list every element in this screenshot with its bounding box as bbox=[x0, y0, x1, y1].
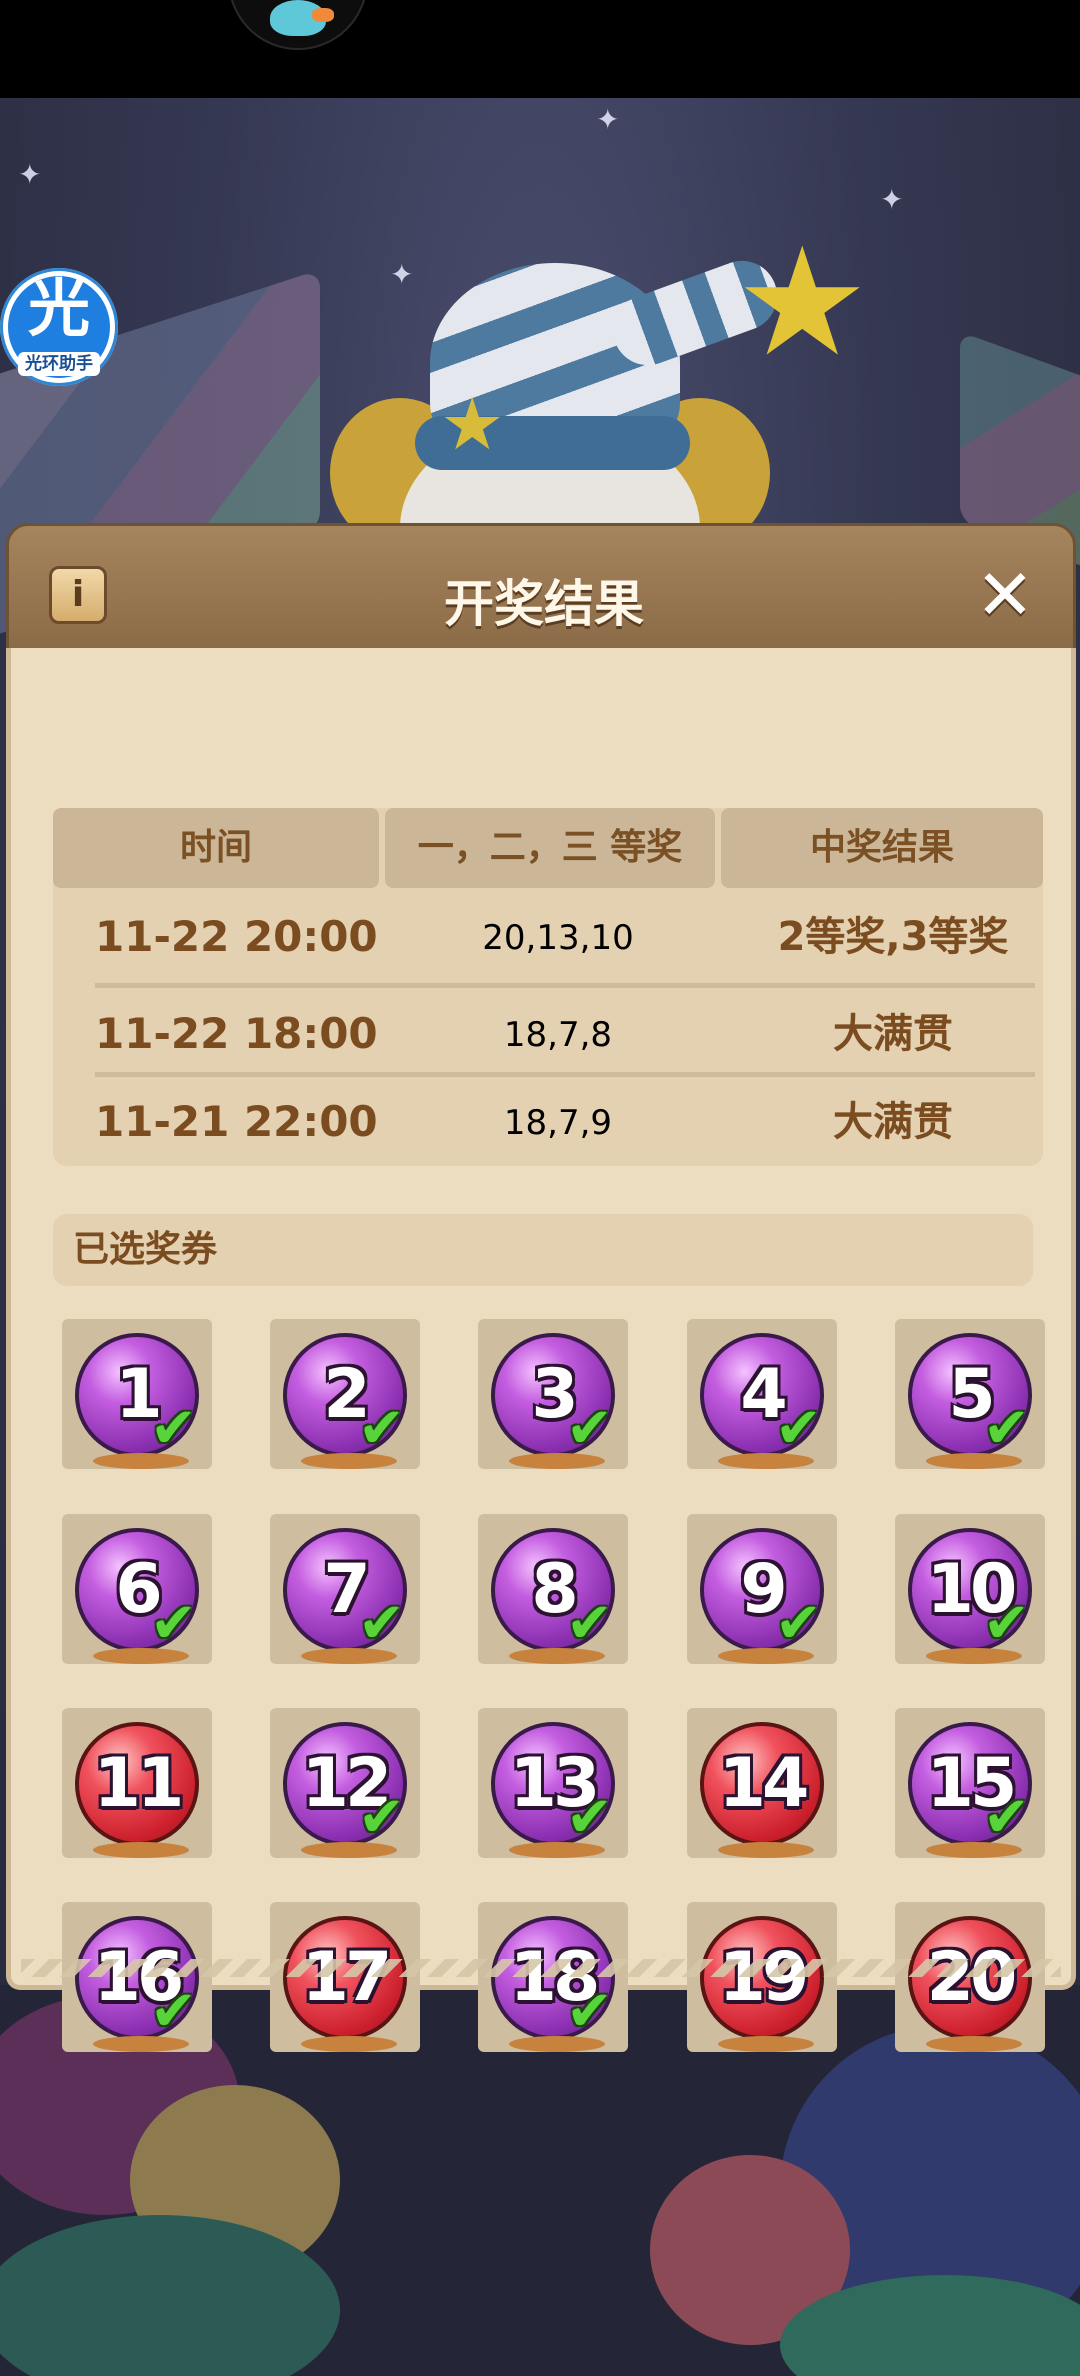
row-divider bbox=[95, 983, 1035, 988]
sparkle-icon: ✦ bbox=[390, 258, 414, 291]
ticket-number: 20 bbox=[926, 1938, 1018, 2017]
row-divider bbox=[95, 1072, 1035, 1077]
row-result: 大满贯 bbox=[833, 1099, 953, 1145]
selected-tickets-label: 已选奖券 bbox=[73, 1229, 218, 1270]
checkmark-icon: ✔ bbox=[775, 1591, 822, 1656]
ticket-tile[interactable]: 16 ✔ bbox=[62, 1902, 212, 2052]
ticket-number: 19 bbox=[718, 1938, 810, 2017]
ticket-tile[interactable]: 1 ✔ bbox=[62, 1319, 212, 1469]
checkmark-icon: ✔ bbox=[566, 1785, 613, 1850]
ticket-tile[interactable]: 4 ✔ bbox=[687, 1319, 837, 1469]
checkmark-icon: ✔ bbox=[358, 1785, 405, 1850]
zigzag-border bbox=[21, 1959, 1061, 1977]
ticket-tile[interactable]: 11 bbox=[62, 1708, 212, 1858]
ticket-ball: 20 bbox=[908, 1916, 1032, 2052]
ticket-tile[interactable]: 20 bbox=[895, 1902, 1045, 2052]
beak-icon bbox=[312, 8, 334, 22]
checkmark-icon: ✔ bbox=[566, 1979, 613, 2044]
table-row: 11-22 20:00 20,13,10 2等奖,3等奖 bbox=[53, 893, 1043, 981]
close-icon[interactable]: ✕ bbox=[969, 560, 1041, 634]
results-table: 时间 一，二，三 等奖 中奖结果 11-22 20:00 20,13,10 2等… bbox=[53, 808, 1043, 1166]
ticket-tile[interactable]: 5 ✔ bbox=[895, 1319, 1045, 1469]
ticket-tile[interactable]: 10 ✔ bbox=[895, 1514, 1045, 1664]
ball-shadow bbox=[93, 1842, 189, 1858]
ticket-ball: 14 bbox=[700, 1722, 824, 1858]
row-numbers: 18,7,9 bbox=[503, 1103, 613, 1143]
row-result: 大满贯 bbox=[833, 1011, 953, 1057]
ticket-tile[interactable]: 8 ✔ bbox=[478, 1514, 628, 1664]
row-numbers: 20,13,10 bbox=[482, 918, 634, 958]
sparkle-icon: ✦ bbox=[596, 103, 620, 136]
row-time: 11-22 20:00 bbox=[95, 912, 378, 961]
ticket-tile[interactable]: 6 ✔ bbox=[62, 1514, 212, 1664]
ticket-ball: 19 bbox=[700, 1916, 824, 2052]
selected-tickets-bar: 已选奖券 bbox=[53, 1214, 1033, 1286]
checkmark-icon: ✔ bbox=[775, 1396, 822, 1461]
ticket-tile[interactable]: 3 ✔ bbox=[478, 1319, 628, 1469]
ball-shadow bbox=[718, 2036, 814, 2052]
ball-shadow bbox=[301, 2036, 397, 2052]
ticket-ball: 17 bbox=[283, 1916, 407, 2052]
table-row: 11-22 18:00 18,7,8 大满贯 bbox=[53, 990, 1043, 1078]
column-header-numbers: 一，二，三 等奖 bbox=[385, 808, 715, 888]
ball-shadow bbox=[926, 2036, 1022, 2052]
ticket-number: 11 bbox=[93, 1744, 185, 1823]
ticket-tile[interactable]: 17 bbox=[270, 1902, 420, 2052]
star-icon: ★ bbox=[440, 382, 505, 466]
dialog-body: 时间 一，二，三 等奖 中奖结果 11-22 20:00 20,13,10 2等… bbox=[6, 648, 1076, 2052]
ticket-tile[interactable]: 15 ✔ bbox=[895, 1708, 1045, 1858]
checkmark-icon: ✔ bbox=[150, 1979, 197, 2044]
row-time: 11-22 18:00 bbox=[95, 1009, 378, 1058]
ball-shadow bbox=[718, 1842, 814, 1858]
checkmark-icon: ✔ bbox=[150, 1396, 197, 1461]
checkmark-icon: ✔ bbox=[566, 1591, 613, 1656]
star-icon: ★ bbox=[735, 216, 870, 390]
ticket-ball: 11 bbox=[75, 1722, 199, 1858]
sparkle-icon: ✦ bbox=[880, 183, 904, 216]
row-numbers: 18,7,8 bbox=[503, 1015, 613, 1055]
checkmark-icon: ✔ bbox=[150, 1591, 197, 1656]
badge-caption: 光环助手 bbox=[18, 352, 100, 376]
badge-glyph: 光 bbox=[27, 272, 90, 345]
ticket-tile[interactable]: 2 ✔ bbox=[270, 1319, 420, 1469]
dialog-header: i 开奖结果 ✕ bbox=[6, 523, 1076, 653]
top-bar bbox=[0, 0, 1080, 98]
ticket-tile[interactable]: 12 ✔ bbox=[270, 1708, 420, 1858]
top-avatar[interactable] bbox=[228, 0, 368, 50]
row-time: 11-21 22:00 bbox=[95, 1097, 378, 1146]
ticket-tile[interactable]: 19 bbox=[687, 1902, 837, 2052]
ticket-tile[interactable]: 18 ✔ bbox=[478, 1902, 628, 2052]
ticket-tile[interactable]: 7 ✔ bbox=[270, 1514, 420, 1664]
checkmark-icon: ✔ bbox=[566, 1396, 613, 1461]
ticket-number: 17 bbox=[301, 1938, 393, 2017]
ticket-tile[interactable]: 14 bbox=[687, 1708, 837, 1858]
ticket-number: 14 bbox=[718, 1744, 810, 1823]
checkmark-icon: ✔ bbox=[358, 1396, 405, 1461]
ticket-tile[interactable]: 13 ✔ bbox=[478, 1708, 628, 1858]
column-header-time: 时间 bbox=[53, 808, 379, 888]
checkmark-icon: ✔ bbox=[983, 1396, 1030, 1461]
checkmark-icon: ✔ bbox=[358, 1591, 405, 1656]
table-row: 11-21 22:00 18,7,9 大满贯 bbox=[53, 1078, 1043, 1166]
assistant-badge[interactable]: 光 光环助手 bbox=[0, 268, 118, 386]
ticket-tile[interactable]: 9 ✔ bbox=[687, 1514, 837, 1664]
column-header-result: 中奖结果 bbox=[721, 808, 1043, 888]
row-result: 2等奖,3等奖 bbox=[777, 914, 1009, 960]
draw-results-dialog: i 开奖结果 ✕ 时间 一，二，三 等奖 中奖结果 11-22 20:00 20… bbox=[6, 523, 1076, 2052]
sparkle-icon: ✦ bbox=[18, 158, 42, 191]
dialog-title: 开奖结果 bbox=[444, 575, 644, 633]
checkmark-icon: ✔ bbox=[983, 1785, 1030, 1850]
checkmark-icon: ✔ bbox=[983, 1591, 1030, 1656]
